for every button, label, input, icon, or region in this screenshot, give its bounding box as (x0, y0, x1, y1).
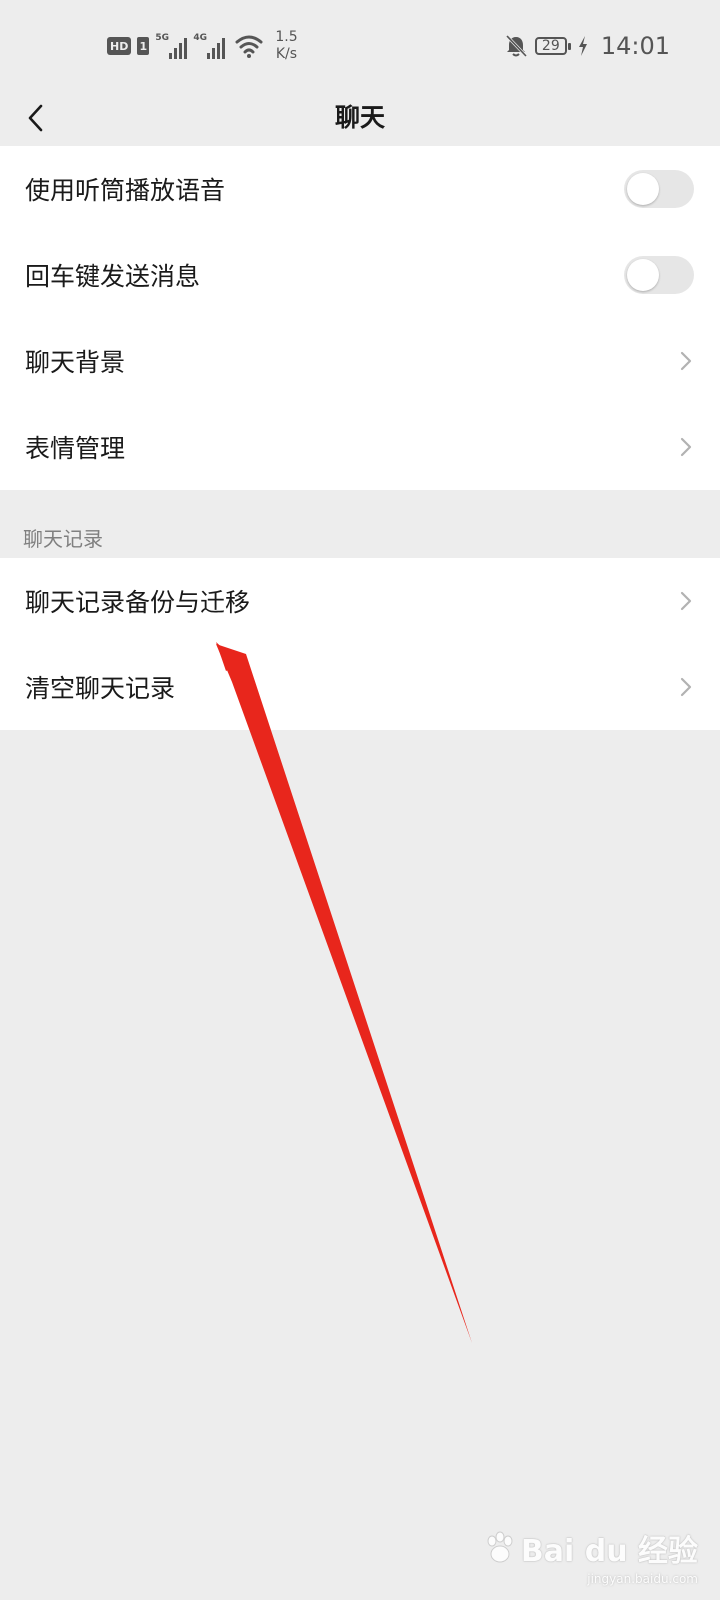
status-time: 14:01 (600, 32, 670, 60)
settings-group-chat-history: 聊天记录备份与迁移 清空聊天记录 (0, 558, 720, 730)
wifi-icon (235, 35, 263, 58)
toggle-knob (627, 259, 659, 291)
status-right: 29 14:01 (505, 28, 670, 64)
setting-row-chat-background[interactable]: 聊天背景 (0, 318, 720, 404)
watermark-subtext: jingyan.baidu.com (587, 1572, 698, 1586)
setting-row-enter-send[interactable]: 回车键发送消息 (0, 232, 720, 318)
setting-label: 聊天背景 (25, 348, 126, 377)
chevron-right-icon (680, 351, 692, 371)
bell-mute-icon (505, 34, 527, 58)
annotation-arrow-shaft (216, 644, 472, 1343)
setting-label: 清空聊天记录 (25, 674, 176, 703)
battery-icon: 29 (534, 37, 571, 55)
chevron-right-icon (680, 437, 692, 457)
signal-5g-label: 5G (155, 33, 169, 43)
settings-group-general: 使用听筒播放语音 回车键发送消息 聊天背景 表情管理 (0, 146, 720, 490)
baidu-watermark: Bai du 经验 jingyan.baidu.com (483, 1526, 698, 1586)
setting-row-clear-history[interactable]: 清空聊天记录 (0, 644, 720, 730)
status-left: HD 1 5G 4G 1.5 K/s (107, 28, 298, 64)
watermark-text: Bai du 经验 (520, 1534, 698, 1569)
network-speed: 1.5 K/s (275, 29, 297, 63)
setting-label: 表情管理 (25, 434, 126, 463)
network-speed-value: 1.5 (275, 29, 298, 45)
setting-label: 聊天记录备份与迁移 (25, 588, 251, 617)
section-header-chat-history: 聊天记录 (23, 527, 103, 551)
toggle-knob (627, 173, 659, 205)
setting-row-earpiece[interactable]: 使用听筒播放语音 (0, 146, 720, 232)
enter-send-toggle[interactable] (624, 256, 694, 294)
status-bar: HD 1 5G 4G 1.5 K/s 29 14:01 (0, 0, 720, 90)
charging-bolt-icon (578, 36, 587, 56)
setting-row-backup-migrate[interactable]: 聊天记录备份与迁移 (0, 558, 720, 644)
nav-bar: 聊天 (0, 90, 720, 146)
network-speed-unit: K/s (275, 46, 298, 62)
earpiece-toggle[interactable] (624, 170, 694, 208)
signal-4g-label: 4G (193, 33, 207, 43)
paw-icon (487, 1531, 513, 1563)
signal-5g-icon: 5G (155, 33, 188, 59)
page-title: 聊天 (334, 103, 385, 132)
chevron-right-icon (680, 591, 692, 611)
battery-level: 29 (541, 38, 560, 54)
setting-label: 使用听筒播放语音 (25, 176, 226, 205)
hd-badge: HD (107, 37, 132, 55)
sim-badge: 1 (137, 37, 150, 55)
setting-row-sticker-management[interactable]: 表情管理 (0, 404, 720, 490)
setting-label: 回车键发送消息 (25, 262, 201, 291)
chevron-right-icon (680, 677, 692, 697)
signal-4g-icon: 4G (193, 33, 226, 59)
